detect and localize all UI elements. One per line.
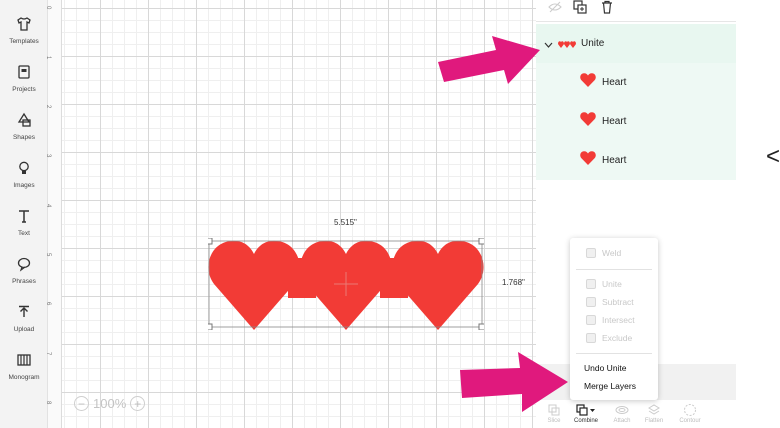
layer-group-name: Unite <box>581 38 605 49</box>
height-dimension-label: 1.768" <box>502 278 525 287</box>
menu-item-exclude: Exclude <box>570 329 658 347</box>
heart-icon <box>580 151 596 170</box>
speech-bubble-icon <box>14 254 34 274</box>
zoom-in-button[interactable]: + <box>130 396 146 411</box>
projects-tool[interactable]: Projects <box>0 56 48 100</box>
hearts-group-icon <box>558 35 576 53</box>
combine-label: Combine <box>573 418 598 424</box>
monogram-icon <box>14 350 34 370</box>
ruler-mark: 7 <box>45 352 51 356</box>
exclude-icon <box>586 333 596 343</box>
menu-item-label: Intersect <box>602 315 635 325</box>
zoom-out-button[interactable]: − <box>74 396 89 411</box>
menu-item-intersect: Intersect <box>570 311 658 329</box>
document-icon <box>14 62 34 82</box>
combine-menu: Weld Unite Subtract Intersect Exclude Un… <box>570 238 658 400</box>
united-hearts-shape[interactable] <box>208 238 484 330</box>
menu-item-label: Unite <box>602 279 622 289</box>
ruler-mark: 8 <box>45 401 51 405</box>
contour-icon <box>683 403 697 417</box>
layer-group-unite[interactable]: Unite <box>536 24 736 63</box>
menu-item-merge-layers[interactable]: Merge Layers <box>570 377 658 395</box>
heart-icon <box>580 112 596 131</box>
width-dimension-label: 5.515" <box>334 218 357 227</box>
ruler-mark: 5 <box>45 253 51 257</box>
intersect-icon <box>586 315 596 325</box>
combine-button[interactable]: Combine <box>566 400 606 424</box>
layer-heart[interactable]: Heart <box>536 141 736 180</box>
ruler-mark: 3 <box>45 154 51 158</box>
hide-icon[interactable] <box>548 0 564 14</box>
duplicate-icon[interactable] <box>573 0 589 14</box>
templates-label: Templates <box>9 38 39 45</box>
menu-divider <box>576 353 652 354</box>
shapes-icon <box>14 110 34 130</box>
annotation-arrow-top <box>438 36 540 84</box>
menu-item-unite: Unite <box>570 275 658 293</box>
ruler-mark: 0 <box>45 6 51 10</box>
layer-name: Heart <box>602 77 627 88</box>
subtract-icon <box>586 297 596 307</box>
zoom-control: − 100% + <box>74 396 146 411</box>
annotation-arrow-bottom <box>460 352 568 412</box>
monogram-label: Monogram <box>8 374 40 381</box>
ruler-mark: 6 <box>45 302 51 306</box>
phrases-tool[interactable]: Phrases <box>0 248 48 292</box>
attach-icon <box>615 403 629 417</box>
unite-icon <box>586 279 596 289</box>
menu-item-label: Merge Layers <box>584 381 636 391</box>
templates-tool[interactable]: Templates <box>0 8 48 52</box>
text-label: Text <box>18 230 30 237</box>
upload-label: Upload <box>13 326 35 333</box>
menu-item-weld: Weld <box>570 244 658 262</box>
text-icon <box>14 206 34 226</box>
upload-tool[interactable]: Upload <box>0 296 48 340</box>
images-tool[interactable]: Images <box>0 152 48 196</box>
menu-item-subtract: Subtract <box>570 293 658 311</box>
menu-item-label: Exclude <box>602 333 633 343</box>
shapes-label: Shapes <box>12 134 36 141</box>
layers-toolbar <box>536 0 736 22</box>
combine-icon <box>575 403 597 417</box>
ruler-mark: 2 <box>45 105 51 109</box>
vertical-ruler: 0 1 2 3 4 5 6 7 8 <box>45 0 62 428</box>
slice-label: Slice <box>547 418 561 424</box>
menu-item-undo-unite[interactable]: Undo Unite <box>570 359 658 377</box>
flatten-button[interactable]: Flatten <box>634 400 674 424</box>
contour-button[interactable]: Contour <box>670 400 710 424</box>
monogram-tool[interactable]: Monogram <box>0 344 48 388</box>
menu-item-label: Undo Unite <box>584 363 627 373</box>
shirt-icon <box>14 14 34 34</box>
layer-heart[interactable]: Heart <box>536 63 736 102</box>
menu-item-label: Weld <box>602 248 622 258</box>
weld-icon <box>586 248 596 258</box>
zoom-level: 100% <box>93 396 127 411</box>
lightbulb-icon <box>14 158 34 178</box>
flatten-label: Flatten <box>644 418 664 424</box>
phrases-label: Phrases <box>12 278 36 285</box>
layer-name: Heart <box>602 116 627 127</box>
ruler-mark: 1 <box>45 56 51 60</box>
heart-icon <box>580 73 596 92</box>
flatten-icon <box>647 403 661 417</box>
partial-chevron-glyph: < <box>766 143 780 170</box>
projects-label: Projects <box>12 86 36 93</box>
images-label: Images <box>13 182 35 189</box>
layer-name: Heart <box>602 155 627 166</box>
delete-icon[interactable] <box>600 0 616 14</box>
upload-icon <box>14 302 34 322</box>
layer-heart[interactable]: Heart <box>536 102 736 141</box>
menu-item-label: Subtract <box>602 297 634 307</box>
attach-label: Attach <box>613 418 631 424</box>
chevron-down-icon[interactable] <box>544 35 554 53</box>
left-toolbar: Templates Projects Shapes Images Text Ph… <box>0 0 48 428</box>
contour-label: Contour <box>679 418 701 424</box>
shapes-tool[interactable]: Shapes <box>0 104 48 148</box>
text-tool[interactable]: Text <box>0 200 48 244</box>
menu-divider <box>576 269 652 270</box>
ruler-mark: 4 <box>45 204 51 208</box>
